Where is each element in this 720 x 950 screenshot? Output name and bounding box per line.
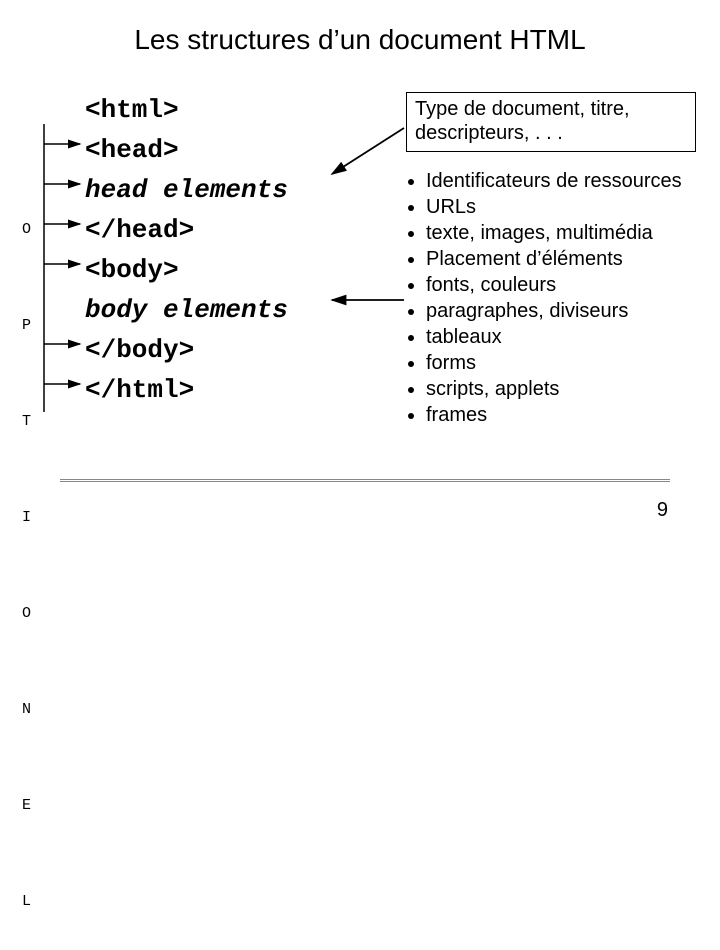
- vlabel-char: L: [22, 886, 40, 918]
- list-item: forms: [426, 350, 710, 376]
- code-line: <body>: [85, 250, 288, 290]
- vlabel-char: O: [22, 214, 40, 246]
- code-line: </body>: [85, 330, 288, 370]
- list-item: Identificateurs de ressources: [426, 168, 710, 194]
- vlabel-char: T: [22, 406, 40, 438]
- list-item: tableaux: [426, 324, 710, 350]
- vlabel-char: E: [22, 790, 40, 822]
- page-number: 9: [657, 499, 668, 522]
- annotation-box: Type de document, titre, descripteurs, .…: [406, 92, 696, 152]
- vlabel-char: I: [22, 502, 40, 534]
- list-item: frames: [426, 402, 710, 428]
- slide-title: Les structures d’un document HTML: [0, 24, 720, 56]
- annotation-text: Type de document, titre, descripteurs, .…: [415, 98, 630, 144]
- code-line-italic: body elements: [85, 290, 288, 330]
- list-item: texte, images, multimédia: [426, 220, 710, 246]
- list-item: scripts, applets: [426, 376, 710, 402]
- bullet-list: Identificateurs de ressources URLs texte…: [408, 168, 710, 428]
- code-line: <head>: [85, 130, 288, 170]
- vlabel-char: P: [22, 310, 40, 342]
- vlabel-char: N: [22, 694, 40, 726]
- vlabel-char: O: [22, 598, 40, 630]
- vertical-optional-label: O P T I O N E L: [22, 150, 40, 950]
- code-line-italic: head elements: [85, 170, 288, 210]
- list-item: fonts, couleurs: [426, 272, 710, 298]
- list-item: Placement d’éléments: [426, 246, 710, 272]
- code-line: </html>: [85, 370, 288, 410]
- code-line: <html>: [85, 90, 288, 130]
- code-line: </head>: [85, 210, 288, 250]
- divider: [60, 479, 670, 482]
- list-item: paragraphes, diviseurs: [426, 298, 710, 324]
- list-item: URLs: [426, 194, 710, 220]
- code-block: <html> <head> head elements </head> <bod…: [85, 90, 288, 410]
